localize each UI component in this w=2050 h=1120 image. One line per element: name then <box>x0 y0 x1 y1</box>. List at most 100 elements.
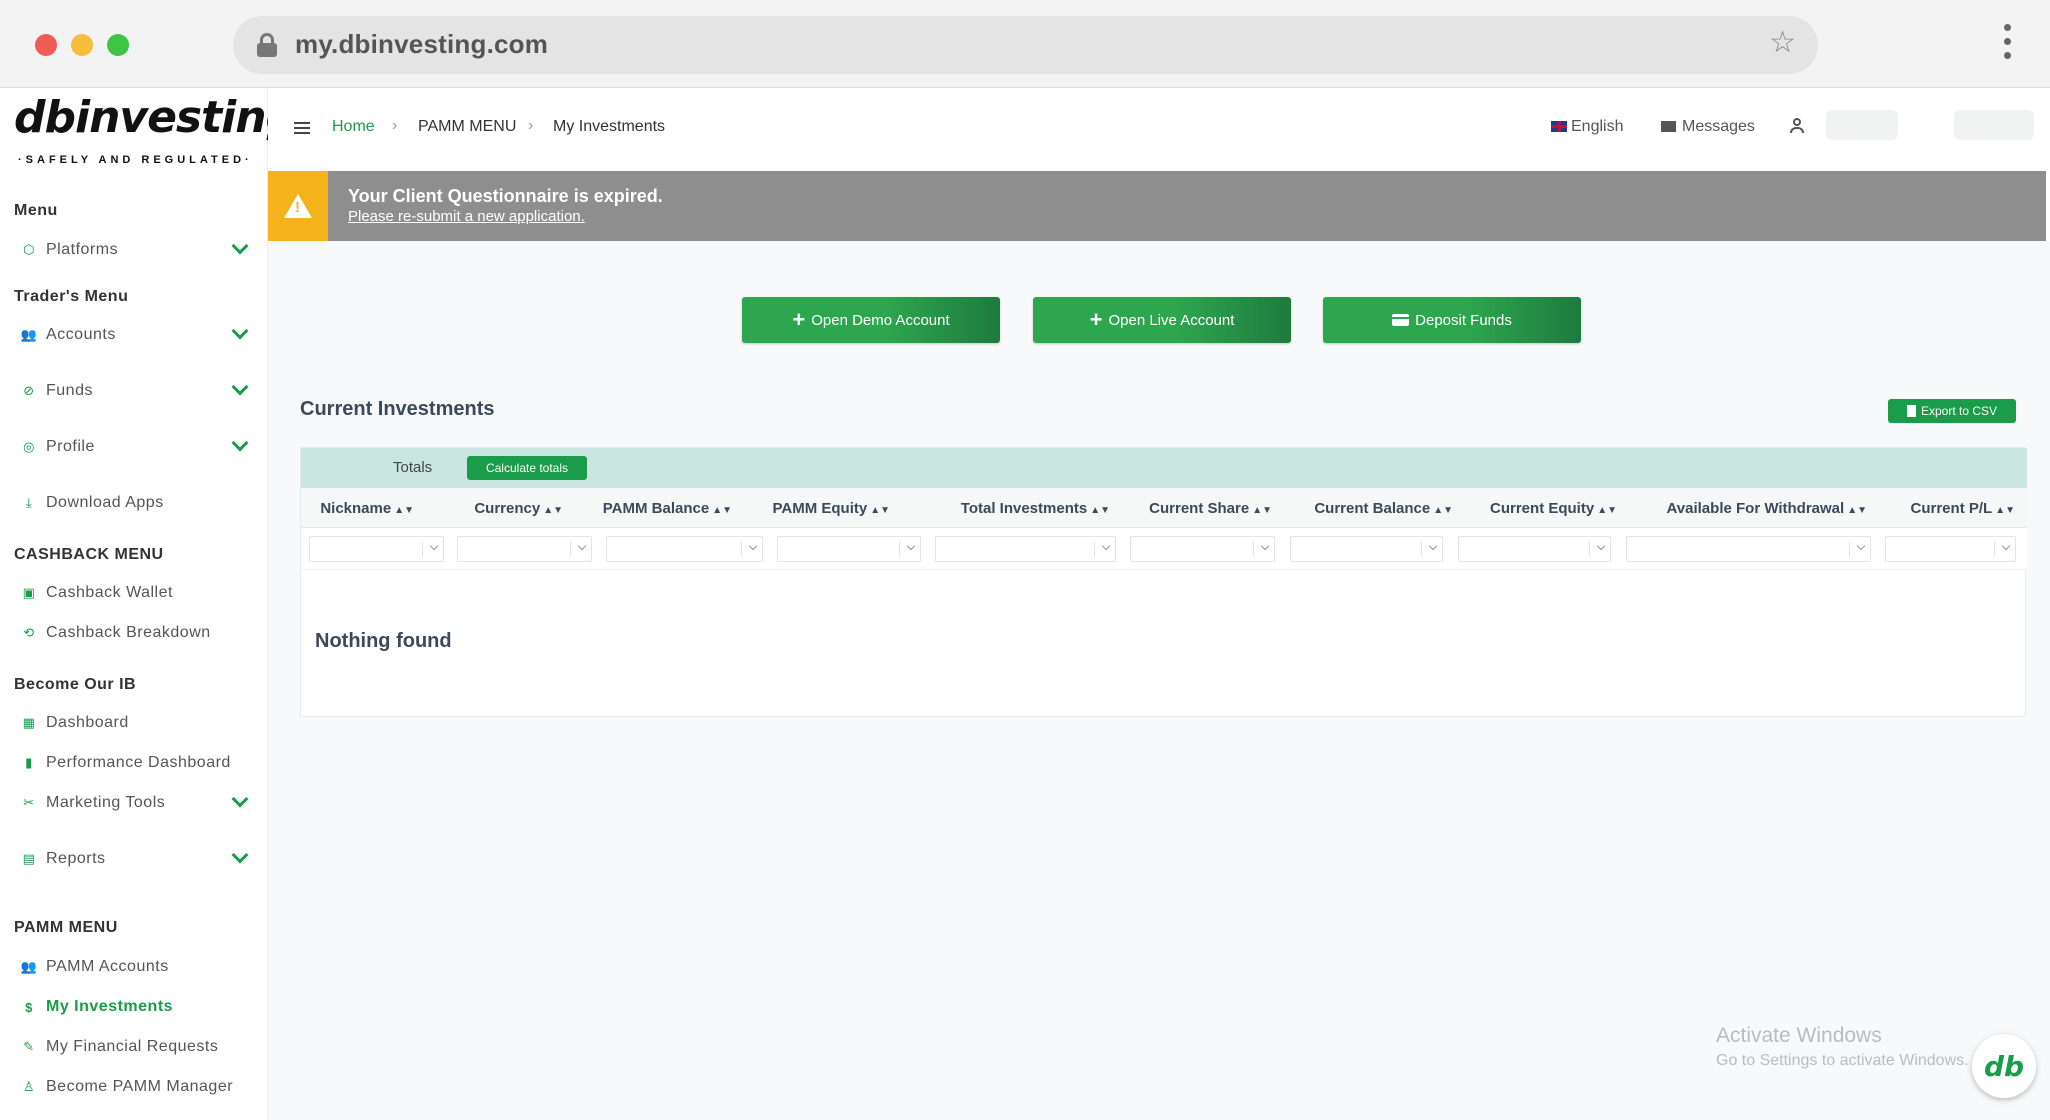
logo-text: dbinvesting <box>14 92 297 143</box>
export-csv-button[interactable]: Export to CSV <box>1888 399 2016 423</box>
filter-total-investments[interactable] <box>935 536 1116 562</box>
column-header-total-investments[interactable]: Total Investments ▲▼ <box>961 500 1110 517</box>
filter-current-equity[interactable] <box>1458 536 1611 562</box>
chevron-down-icon <box>1428 541 1438 551</box>
resubmit-link[interactable]: Please re-submit a new application. <box>348 208 585 225</box>
chevron-down-icon[interactable] <box>231 322 249 340</box>
sidebar-item-cashback-wallet[interactable]: ▣ Cashback Wallet <box>20 579 260 607</box>
browser-menu-icon[interactable] <box>2004 24 2012 64</box>
sidebar-item-marketing-tools[interactable]: ✂ Marketing Tools <box>20 789 260 817</box>
breadcrumb-home[interactable]: Home <box>332 118 375 136</box>
open-live-account-button[interactable]: + Open Live Account <box>1033 297 1291 343</box>
tools-icon: ✂ <box>23 795 35 810</box>
download-icon: ⤓ <box>25 495 33 510</box>
bookmark-star-icon[interactable]: ☆ <box>1769 28 1796 58</box>
windows-watermark-title: Activate Windows <box>1716 1024 1882 1047</box>
questionnaire-alert: Your Client Questionnaire is expired. Pl… <box>268 171 2046 241</box>
chevron-down-icon[interactable] <box>231 237 249 255</box>
sidebar-item-dashboard[interactable]: ▦ Dashboard <box>20 709 260 737</box>
plus-icon: + <box>792 307 806 332</box>
chevron-down-icon <box>1596 541 1606 551</box>
windows-watermark-subtitle: Go to Settings to activate Windows. <box>1716 1052 1969 1069</box>
address-bar[interactable]: my.dbinvesting.com ☆ <box>233 16 1818 74</box>
column-header-pamm-balance[interactable]: PAMM Balance ▲▼ <box>603 500 732 517</box>
investments-table: Totals Calculate totals Nickname ▲▼ Curre… <box>300 447 2027 717</box>
button-label: Open Live Account <box>1108 311 1235 329</box>
sidebar-item-become-pamm-manager[interactable]: ♙ Become PAMM Manager <box>20 1073 260 1101</box>
chevron-down-icon <box>1856 541 1866 551</box>
logo[interactable]: dbinvesting ·SAFELY AND REGULATED· <box>14 92 297 172</box>
column-header-pamm-equity[interactable]: PAMM Equity ▲▼ <box>772 500 890 517</box>
sort-icon: ▲▼ <box>712 505 732 516</box>
dashboard-icon: ▦ <box>22 715 36 730</box>
chevron-down-icon[interactable] <box>231 846 249 864</box>
deposit-funds-button[interactable]: Deposit Funds <box>1323 297 1581 343</box>
sidebar-item-funds[interactable]: ⊘ Funds <box>20 377 260 405</box>
filter-available-for-withdrawal[interactable] <box>1626 536 1871 562</box>
filter-current-pl[interactable] <box>1885 536 2016 562</box>
filter-current-balance[interactable] <box>1290 536 1443 562</box>
wallet-icon: ▣ <box>22 585 36 600</box>
uk-flag-icon <box>1551 121 1567 132</box>
filter-current-share[interactable] <box>1130 536 1275 562</box>
chat-widget-button[interactable]: db <box>1972 1034 2036 1098</box>
open-demo-account-button[interactable]: + Open Demo Account <box>742 297 1000 343</box>
sidebar-item-platforms[interactable]: ⬡ Platforms <box>20 236 260 264</box>
balance-placeholder[interactable] <box>1954 110 2034 140</box>
column-header-current-pl[interactable]: Current P/L ▲▼ <box>1911 500 2015 517</box>
sidebar-item-download-apps[interactable]: ⤓ Download Apps <box>20 489 260 517</box>
section-cashback-menu: CASHBACK MENU <box>14 546 164 563</box>
sidebar-item-label: Cashback Wallet <box>46 584 173 601</box>
file-icon <box>1906 405 1916 417</box>
sidebar-item-my-financial-requests[interactable]: ✎ My Financial Requests <box>20 1033 260 1061</box>
column-header-current-share[interactable]: Current Share ▲▼ <box>1149 500 1272 517</box>
minimize-window-button[interactable] <box>71 34 93 56</box>
calculate-totals-button[interactable]: Calculate totals <box>467 456 587 480</box>
url-text[interactable]: my.dbinvesting.com <box>295 29 548 60</box>
button-label: Export to CSV <box>1920 404 1998 418</box>
column-header-current-equity[interactable]: Current Equity ▲▼ <box>1490 500 1617 517</box>
close-window-button[interactable] <box>35 34 57 56</box>
alert-title: Your Client Questionnaire is expired. <box>348 186 663 206</box>
reports-icon: ▤ <box>22 851 36 866</box>
sort-icon: ▲▼ <box>394 505 414 516</box>
sidebar-item-label: My Financial Requests <box>46 1038 219 1055</box>
breadcrumb-section[interactable]: PAMM MENU <box>418 118 516 136</box>
filter-pamm-balance[interactable] <box>606 536 763 562</box>
sidebar-item-label: Accounts <box>46 326 116 343</box>
sort-icon: ▲▼ <box>1995 505 2015 516</box>
filter-currency[interactable] <box>457 536 592 562</box>
chevron-down-icon <box>1260 541 1270 551</box>
hamburger-icon[interactable] <box>294 122 310 134</box>
filter-row <box>301 528 2027 570</box>
sidebar-item-profile[interactable]: ◎ Profile <box>20 433 260 461</box>
column-header-available-for-withdrawal[interactable]: Available For Withdrawal ▲▼ <box>1667 500 1867 517</box>
language-selector[interactable]: English <box>1551 118 1623 136</box>
sidebar-item-cashback-breakdown[interactable]: ⟲ Cashback Breakdown <box>20 619 260 647</box>
user-icon[interactable] <box>1790 118 1804 134</box>
column-header-current-balance[interactable]: Current Balance ▲▼ <box>1314 500 1453 517</box>
main-content: + Open Demo Account + Open Live Account De… <box>268 241 2050 1120</box>
user-name-placeholder[interactable] <box>1826 110 1898 140</box>
sidebar-item-reports[interactable]: ▤ Reports <box>20 845 260 873</box>
sidebar: dbinvesting ·SAFELY AND REGULATED· Menu … <box>0 88 297 1120</box>
column-header-nickname[interactable]: Nickname ▲▼ <box>320 500 414 517</box>
empty-state-text: Nothing found <box>315 630 452 652</box>
column-header-currency[interactable]: Currency ▲▼ <box>474 500 563 517</box>
filter-pamm-equity[interactable] <box>777 536 921 562</box>
sidebar-item-label: Download Apps <box>46 494 164 511</box>
sort-icon: ▲▼ <box>1597 505 1617 516</box>
sidebar-item-pamm-accounts[interactable]: 👥 PAMM Accounts <box>20 953 260 981</box>
chevron-down-icon[interactable] <box>231 434 249 452</box>
maximize-window-button[interactable] <box>107 34 129 56</box>
filter-nickname[interactable] <box>309 536 444 562</box>
sidebar-item-performance-dashboard[interactable]: ▮ Performance Dashboard <box>20 749 260 777</box>
sidebar-item-accounts[interactable]: 👥 Accounts <box>20 321 260 349</box>
section-traders-menu: Trader's Menu <box>14 288 129 305</box>
chevron-down-icon[interactable] <box>231 378 249 396</box>
chevron-down-icon[interactable] <box>231 790 249 808</box>
manager-icon: ♙ <box>22 1079 36 1094</box>
messages-link[interactable]: Messages <box>1661 118 1755 136</box>
sidebar-item-my-investments[interactable]: $ My Investments <box>20 993 260 1021</box>
sidebar-item-label: Cashback Breakdown <box>46 624 211 641</box>
